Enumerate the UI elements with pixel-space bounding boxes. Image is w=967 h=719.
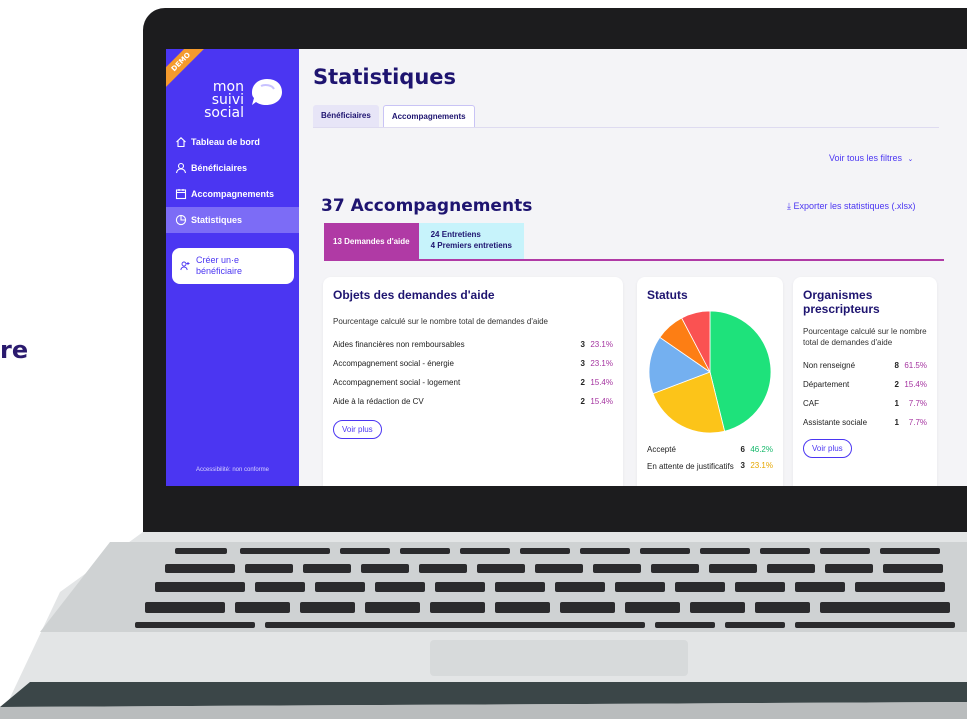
row-percent: 46.2% bbox=[750, 445, 773, 454]
row-percent: 23.1% bbox=[590, 340, 613, 349]
logo-line-2: social bbox=[204, 105, 244, 121]
sidebar-item-label: Bénéficiaires bbox=[191, 163, 248, 173]
row-label: Accompagnement social - énergie bbox=[333, 359, 454, 368]
list-item: Accepté 6 46.2% bbox=[647, 440, 773, 459]
row-percent: 23.1% bbox=[590, 359, 613, 368]
row-label: Aides financières non remboursables bbox=[333, 340, 465, 349]
list-item: Accompagnement social - logement 2 15.4% bbox=[333, 373, 613, 392]
list-item: Aide à la rédaction de CV 2 15.4% bbox=[333, 392, 613, 411]
card-title: Organismes prescripteurs bbox=[803, 288, 880, 316]
filters-label: Voir tous les filtres bbox=[829, 153, 903, 163]
export-label: Exporter les statistiques (.xlsx) bbox=[793, 201, 916, 211]
row-count: 1 bbox=[894, 418, 899, 427]
sidebar-item-tableau-de-bord[interactable]: Tableau de bord bbox=[166, 129, 299, 155]
list-item: CAF 1 7.7% bbox=[803, 394, 927, 413]
voir-plus-button[interactable]: Voir plus bbox=[333, 420, 382, 439]
row-label: Accompagnement social - logement bbox=[333, 378, 461, 387]
add-user-icon bbox=[180, 261, 190, 271]
organismes-list: Non renseigné 8 61.5% Département 2 15.4% CA… bbox=[803, 356, 927, 432]
sidebar: DEMO mon suivi social Tableau de bord Bé… bbox=[166, 49, 299, 486]
export-stats-link[interactable]: ⤓ Exporter les statistiques (.xlsx) bbox=[787, 201, 916, 212]
list-item: Département 2 15.4% bbox=[803, 375, 927, 394]
row-label: En attente de justificatifs bbox=[647, 462, 734, 471]
list-item: Assistante sociale 1 7.7% bbox=[803, 413, 927, 432]
row-count: 1 bbox=[894, 399, 899, 408]
sidebar-nav: Tableau de bord Bénéficiaires Accompagne… bbox=[166, 129, 299, 233]
chevron-down-icon: ⌄ bbox=[907, 156, 914, 163]
sidebar-item-label: Tableau de bord bbox=[191, 137, 260, 147]
row-count: 6 bbox=[740, 445, 745, 454]
subtab-demandes-aide[interactable]: 13 Demandes d'aide bbox=[324, 223, 419, 259]
list-item: En attente de justificatifs 3 23.1% bbox=[647, 461, 773, 480]
sidebar-item-statistiques[interactable]: Statistiques bbox=[166, 207, 299, 233]
card-title: Objets des demandes d'aide bbox=[333, 288, 495, 302]
sidebar-item-beneficiaires[interactable]: Bénéficiaires bbox=[166, 155, 299, 181]
row-label: Non renseigné bbox=[803, 361, 856, 370]
list-item: Non renseigné 8 61.5% bbox=[803, 356, 927, 375]
laptop-keyboard-base bbox=[0, 532, 967, 719]
page-title: Statistiques bbox=[313, 65, 457, 89]
sidebar-item-label: Accompagnements bbox=[191, 189, 275, 199]
voir-plus-button[interactable]: Voir plus bbox=[803, 439, 852, 458]
create-beneficiary-button[interactable]: Créer un·e bénéficiaire bbox=[172, 248, 294, 284]
row-percent: 7.7% bbox=[908, 418, 927, 427]
row-count: 2 bbox=[580, 397, 585, 406]
row-label: Département bbox=[803, 380, 850, 389]
calendar-icon bbox=[175, 189, 187, 200]
row-percent: 61.5% bbox=[904, 361, 927, 370]
home-icon bbox=[176, 137, 186, 148]
list-item: Accompagnement social - énergie 3 23.1% bbox=[333, 354, 613, 373]
filters-toggle[interactable]: Voir tous les filtres ⌄ bbox=[829, 153, 913, 163]
card-title: Statuts bbox=[647, 288, 688, 302]
card-statuts: Statuts Accepté 6 46.2% En attente de just… bbox=[637, 277, 783, 486]
section-title: 37 Accompagnements bbox=[321, 196, 533, 216]
tab-beneficiaires[interactable]: Bénéficiaires bbox=[313, 105, 379, 127]
subtab-divider bbox=[324, 259, 944, 261]
logo-text: mon suivi social bbox=[178, 79, 244, 121]
subtabs: 13 Demandes d'aide 24 Entretiens 4 Premi… bbox=[324, 223, 524, 259]
row-label: Assistante sociale bbox=[803, 418, 868, 427]
row-label: Accepté bbox=[647, 445, 676, 454]
sidebar-item-label: Statistiques bbox=[191, 215, 243, 225]
row-percent: 7.7% bbox=[908, 399, 927, 408]
user-icon bbox=[175, 162, 187, 174]
row-label: Aide à la rédaction de CV bbox=[333, 397, 424, 406]
chart-pie-icon bbox=[175, 214, 187, 226]
app-screen: DEMO mon suivi social Tableau de bord Bé… bbox=[166, 49, 967, 486]
row-percent: 15.4% bbox=[590, 397, 613, 406]
subtab-entretiens[interactable]: 24 Entretiens 4 Premiers entretiens bbox=[418, 223, 524, 259]
row-count: 3 bbox=[580, 359, 585, 368]
objets-list: Aides financières non remboursables 3 23.1… bbox=[333, 335, 613, 411]
tabs-divider bbox=[313, 127, 939, 128]
card-description: Pourcentage calculé sur le nombre total … bbox=[803, 327, 927, 347]
row-count: 3 bbox=[740, 461, 745, 470]
row-label: CAF bbox=[803, 399, 819, 408]
card-organismes-prescripteurs: Organismes prescripteurs Pourcentage cal… bbox=[793, 277, 937, 486]
row-count: 8 bbox=[894, 361, 899, 370]
sidebar-item-accompagnements[interactable]: Accompagnements bbox=[166, 181, 299, 207]
subtab-premiers-entretiens-label: 4 Premiers entretiens bbox=[430, 241, 512, 250]
background-heading-fragment: re bbox=[0, 336, 29, 364]
card-description: Pourcentage calculé sur le nombre total … bbox=[333, 317, 548, 326]
create-button-label: Créer un·e bénéficiaire bbox=[196, 255, 243, 276]
row-count: 2 bbox=[894, 380, 899, 389]
tab-accompagnements[interactable]: Accompagnements bbox=[382, 105, 475, 127]
row-count: 3 bbox=[580, 340, 585, 349]
list-item: Aides financières non remboursables 3 23.1… bbox=[333, 335, 613, 354]
row-count: 2 bbox=[580, 378, 585, 387]
subtab-entretiens-label: 24 Entretiens bbox=[430, 230, 481, 239]
download-icon: ⤓ bbox=[787, 201, 791, 211]
row-percent: 23.1% bbox=[750, 461, 773, 470]
page-tabs: Bénéficiaires Accompagnements bbox=[313, 105, 479, 127]
statuts-pie-chart bbox=[648, 310, 772, 434]
card-objets-demandes: Objets des demandes d'aide Pourcentage c… bbox=[323, 277, 623, 486]
accessibility-link[interactable]: Accessibilité: non conforme bbox=[166, 467, 299, 473]
logo-line-1: mon suivi bbox=[211, 79, 244, 108]
row-percent: 15.4% bbox=[590, 378, 613, 387]
statuts-list: Accepté 6 46.2% En attente de justificatif… bbox=[647, 440, 773, 480]
row-percent: 15.4% bbox=[904, 380, 927, 389]
app-logo[interactable]: mon suivi social bbox=[176, 75, 291, 120]
speech-bubble-icon bbox=[252, 79, 282, 105]
main-content: Statistiques Bénéficiaires Accompagnemen… bbox=[299, 49, 967, 486]
